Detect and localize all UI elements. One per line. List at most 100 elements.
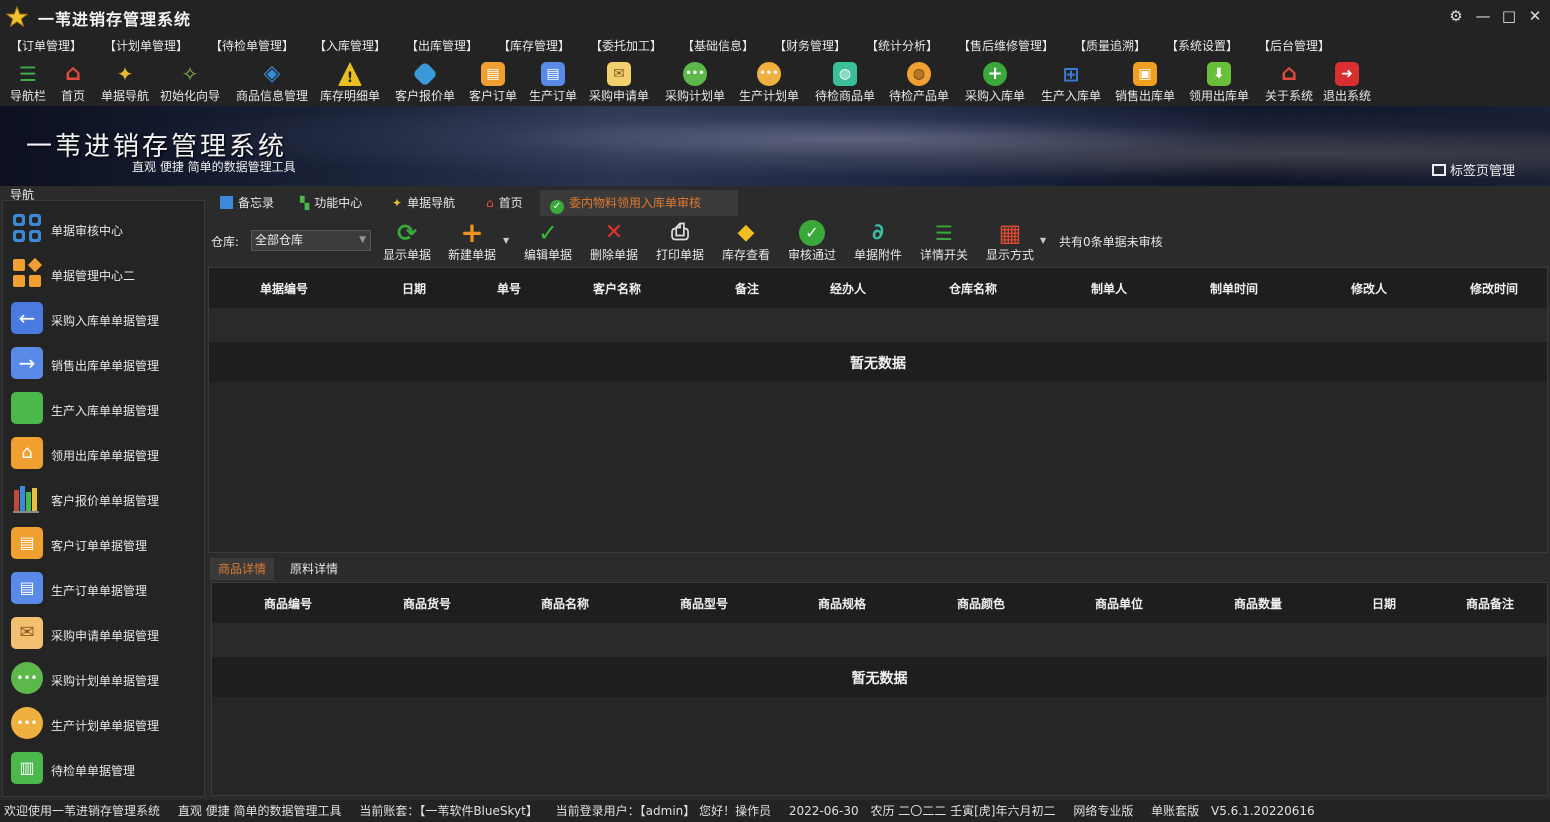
menu-item-outsourcing[interactable]: 【委托加工】 [590, 37, 662, 54]
column-header[interactable]: 修改人 [1351, 280, 1387, 297]
toolbar-customer-order-button[interactable]: ▤ 客户订单 [469, 58, 517, 104]
sidebar-item-doc-center-2[interactable]: 单据管理中心二 [9, 253, 199, 293]
column-header[interactable]: 商品货号 [403, 595, 451, 612]
menu-item-outbound[interactable]: 【出库管理】 [406, 37, 478, 54]
detail-toggle-button[interactable]: ☰ 详情开关 [920, 218, 968, 264]
tab-outsourced-inbound-review[interactable]: ✓ 委内物料领用入库单审核 [540, 190, 738, 216]
new-doc-dropdown-icon[interactable]: ▼ [503, 236, 509, 245]
print-doc-button[interactable]: ⎙ 打印单据 [656, 218, 704, 264]
column-header[interactable]: 商品备注 [1466, 595, 1514, 612]
menu-item-finance[interactable]: 【财务管理】 [774, 37, 846, 54]
toolbar-production-plan-button[interactable]: ••• 生产计划单 [739, 58, 799, 104]
column-header[interactable]: 单据编号 [260, 280, 308, 297]
sidebar-item-production-order[interactable]: ▤ 生产订单单据管理 [9, 568, 199, 608]
toolbar-exit-button[interactable]: ➜ 退出系统 [1323, 58, 1371, 104]
toolbar-purchase-inbound-button[interactable]: + 采购入库单 [965, 58, 1025, 104]
sidebar-item-inspection[interactable]: ▥ 待检单单据管理 [9, 748, 199, 788]
sidebar-item-production-inbound[interactable]: 生产入库单单据管理 [9, 388, 199, 428]
menu-item-statistics[interactable]: 【统计分析】 [866, 37, 938, 54]
column-header[interactable]: 商品规格 [818, 595, 866, 612]
sidebar-item-customer-order[interactable]: ▤ 客户订单单据管理 [9, 523, 199, 563]
minimize-button[interactable]: — [1473, 6, 1493, 26]
menu-item-admin[interactable]: 【后台管理】 [1258, 37, 1330, 54]
tab-material-details[interactable]: 原料详情 [282, 558, 346, 580]
display-mode-dropdown-icon[interactable]: ▼ [1040, 236, 1046, 245]
sidebar-item-customer-quote[interactable]: 客户报价单单据管理 [9, 478, 199, 518]
close-button[interactable]: ✕ [1525, 6, 1545, 26]
menu-item-inbound[interactable]: 【入库管理】 [314, 37, 386, 54]
warehouse-label: 仓库: [211, 235, 240, 249]
column-header[interactable]: 经办人 [830, 280, 866, 297]
product-details-table[interactable]: 商品编号 商品货号 商品名称 商品型号 商品规格 商品颜色 商品单位 商品数量 … [211, 582, 1548, 796]
toolbar-quote-button[interactable]: 客户报价单 [395, 58, 455, 104]
approve-button[interactable]: ✓ 审核通过 [788, 218, 836, 264]
column-header[interactable]: 商品数量 [1234, 595, 1282, 612]
column-header[interactable]: 日期 [1372, 595, 1396, 612]
apps-icon [11, 212, 43, 244]
sidebar-item-purchase-plan[interactable]: ••• 采购计划单单据管理 [9, 658, 199, 698]
menu-item-inventory[interactable]: 【库存管理】 [498, 37, 570, 54]
sidebar-item-production-plan[interactable]: ••• 生产计划单单据管理 [9, 703, 199, 743]
stock-view-button[interactable]: ◆ 库存查看 [722, 218, 770, 264]
sidebar-item-review-center[interactable]: 单据审核中心 [9, 208, 199, 248]
toolbar-pending-products-button[interactable]: ◍ 待检产品单 [889, 58, 949, 104]
menu-item-traceability[interactable]: 【质量追溯】 [1074, 37, 1146, 54]
menu-item-inspection[interactable]: 【待检单管理】 [210, 37, 294, 54]
column-header[interactable]: 制单时间 [1210, 280, 1258, 297]
column-header[interactable]: 仓库名称 [949, 280, 997, 297]
menu-item-basic-info[interactable]: 【基础信息】 [682, 37, 754, 54]
sidebar-item-requisition-outbound[interactable]: ⌂ 领用出库单单据管理 [9, 433, 199, 473]
toolbar-pending-goods-button[interactable]: ◍ 待检商品单 [815, 58, 875, 104]
tab-product-details[interactable]: 商品详情 [210, 558, 275, 580]
check-circle-icon: ✓ [550, 200, 564, 214]
edit-doc-button[interactable]: ✓ 编辑单据 [524, 218, 572, 264]
toolbar-production-inbound-button[interactable]: ⊞ 生产入库单 [1041, 58, 1101, 104]
toolbar-about-button[interactable]: ⌂ 关于系统 [1265, 58, 1313, 104]
new-doc-button[interactable]: + 新建单据 [448, 218, 496, 264]
column-header[interactable]: 修改时间 [1470, 280, 1518, 297]
delete-doc-button[interactable]: ✕ 删除单据 [590, 218, 638, 264]
gear-icon[interactable]: ⚙ [1446, 6, 1466, 26]
column-header[interactable]: 制单人 [1091, 280, 1127, 297]
toolbar-home-button[interactable]: ⌂ 首页 [58, 58, 88, 104]
display-mode-button[interactable]: ▦ 显示方式 [986, 218, 1034, 264]
menu-item-plans[interactable]: 【计划单管理】 [104, 37, 188, 54]
toolbar-init-wizard-button[interactable]: ✧ 初始化向导 [160, 58, 220, 104]
column-header[interactable]: 商品单位 [1095, 595, 1143, 612]
toolbar-purchase-request-button[interactable]: ✉ 采购申请单 [589, 58, 649, 104]
toolbar-requisition-outbound-button[interactable]: ⬇ 领用出库单 [1189, 58, 1249, 104]
maximize-button[interactable]: □ [1499, 6, 1519, 26]
column-header[interactable]: 单号 [497, 280, 521, 297]
column-header[interactable]: 商品名称 [541, 595, 589, 612]
toolbar-product-info-button[interactable]: ◈ 商品信息管理 [236, 58, 308, 104]
main-toolbar: ☰ 导航栏 ⌂ 首页 ✦ 单据导航 ✧ 初始化向导 ◈ 商品信息管理 ! 库存明细单 客户报… [0, 56, 1550, 106]
tab-memo[interactable]: 备忘录 [220, 190, 274, 216]
toolbar-nav-button[interactable]: ☰ 导航栏 [8, 58, 48, 104]
tab-function-center[interactable]: ▚ 功能中心 [300, 190, 362, 216]
toolbar-purchase-plan-button[interactable]: ••• 采购计划单 [665, 58, 725, 104]
menu-item-after-sales[interactable]: 【售后维修管理】 [958, 37, 1054, 54]
warning-icon: ! [338, 62, 362, 86]
tab-home[interactable]: ⌂ 首页 [486, 190, 523, 216]
menu-item-orders[interactable]: 【订单管理】 [10, 37, 82, 54]
column-header[interactable]: 商品颜色 [957, 595, 1005, 612]
sidebar-item-purchase-request[interactable]: ✉ 采购申请单单据管理 [9, 613, 199, 653]
column-header[interactable]: 日期 [402, 280, 426, 297]
column-header[interactable]: 商品编号 [264, 595, 312, 612]
column-header[interactable]: 商品型号 [680, 595, 728, 612]
documents-table[interactable]: 单据编号 日期 单号 客户名称 备注 经办人 仓库名称 制单人 制单时间 修改人… [208, 267, 1548, 553]
column-header[interactable]: 备注 [735, 280, 759, 297]
tab-manager-button[interactable]: 标签页管理 [1432, 160, 1515, 179]
show-docs-button[interactable]: ⟳ 显示单据 [383, 218, 431, 264]
warehouse-select[interactable]: 全部仓库 ▼ [251, 230, 371, 251]
toolbar-doc-nav-button[interactable]: ✦ 单据导航 [100, 58, 150, 104]
tab-doc-nav[interactable]: ✦ 单据导航 [392, 190, 455, 216]
sidebar-item-sales-outbound[interactable]: → 销售出库单单据管理 [9, 343, 199, 383]
toolbar-production-order-button[interactable]: ▤ 生产订单 [529, 58, 577, 104]
column-header[interactable]: 客户名称 [593, 280, 641, 297]
toolbar-stock-detail-button[interactable]: ! 库存明细单 [320, 58, 380, 104]
attachment-button[interactable]: ∂ 单据附件 [854, 218, 902, 264]
toolbar-sales-outbound-button[interactable]: ▣ 销售出库单 [1115, 58, 1175, 104]
menu-item-settings[interactable]: 【系统设置】 [1166, 37, 1238, 54]
sidebar-item-purchase-inbound[interactable]: ← 采购入库单单据管理 [9, 298, 199, 338]
